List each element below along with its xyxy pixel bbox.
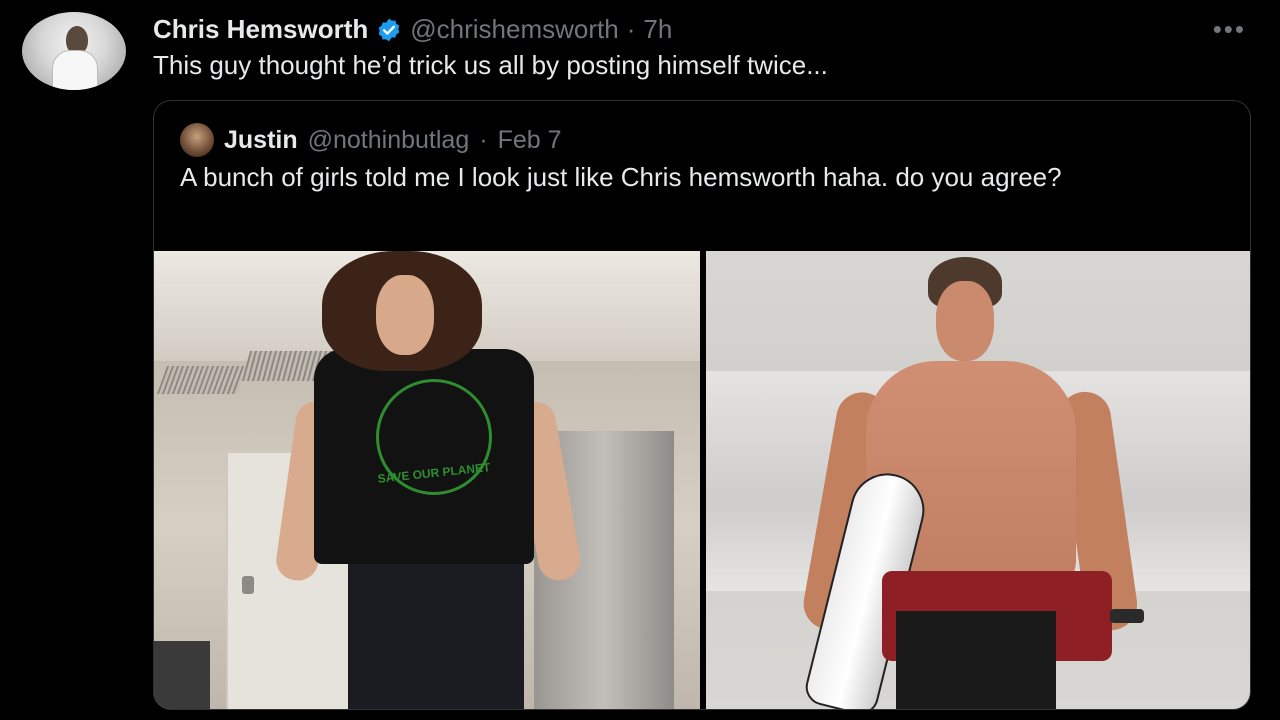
watch <box>1110 609 1144 623</box>
tweet-header: Chris Hemsworth @chrishemsworth · 7h <box>153 14 672 45</box>
tweet-time[interactable]: 7h <box>643 14 672 45</box>
tweet-text: This guy thought he’d trick us all by po… <box>153 50 828 80</box>
ceiling-vent <box>156 366 248 394</box>
face <box>936 281 994 361</box>
quoted-separator-dot: · <box>479 125 488 154</box>
quoted-tweet-card[interactable]: Justin @nothinbutlag · Feb 7 A bunch of … <box>153 100 1251 710</box>
verified-badge-icon <box>378 18 400 41</box>
quoted-tweet-header: Justin @nothinbutlag · Feb 7 <box>180 123 562 157</box>
quoted-photo-left[interactable]: SAVE OUR PLANET <box>154 251 700 709</box>
author-name[interactable]: Chris Hemsworth <box>153 14 368 45</box>
door-knob <box>242 576 254 594</box>
separator-dot: · <box>626 14 636 44</box>
quoted-author-name[interactable]: Justin <box>224 126 298 155</box>
author-avatar[interactable] <box>22 12 126 90</box>
quoted-author-avatar[interactable] <box>180 123 214 157</box>
wetsuit-black <box>896 611 1056 709</box>
quoted-photo-right[interactable] <box>706 251 1250 709</box>
more-options-icon[interactable]: ••• <box>1213 14 1246 45</box>
trash-bin <box>154 641 210 709</box>
avatar-body <box>52 50 98 90</box>
author-handle[interactable]: @chrishemsworth <box>410 14 618 45</box>
face <box>376 275 434 355</box>
quoted-tweet-text: A bunch of girls told me I look just lik… <box>180 162 1062 192</box>
quoted-author-handle[interactable]: @nothinbutlag <box>308 126 470 155</box>
pants <box>348 559 524 709</box>
quoted-tweet-date[interactable]: Feb 7 <box>498 126 562 155</box>
